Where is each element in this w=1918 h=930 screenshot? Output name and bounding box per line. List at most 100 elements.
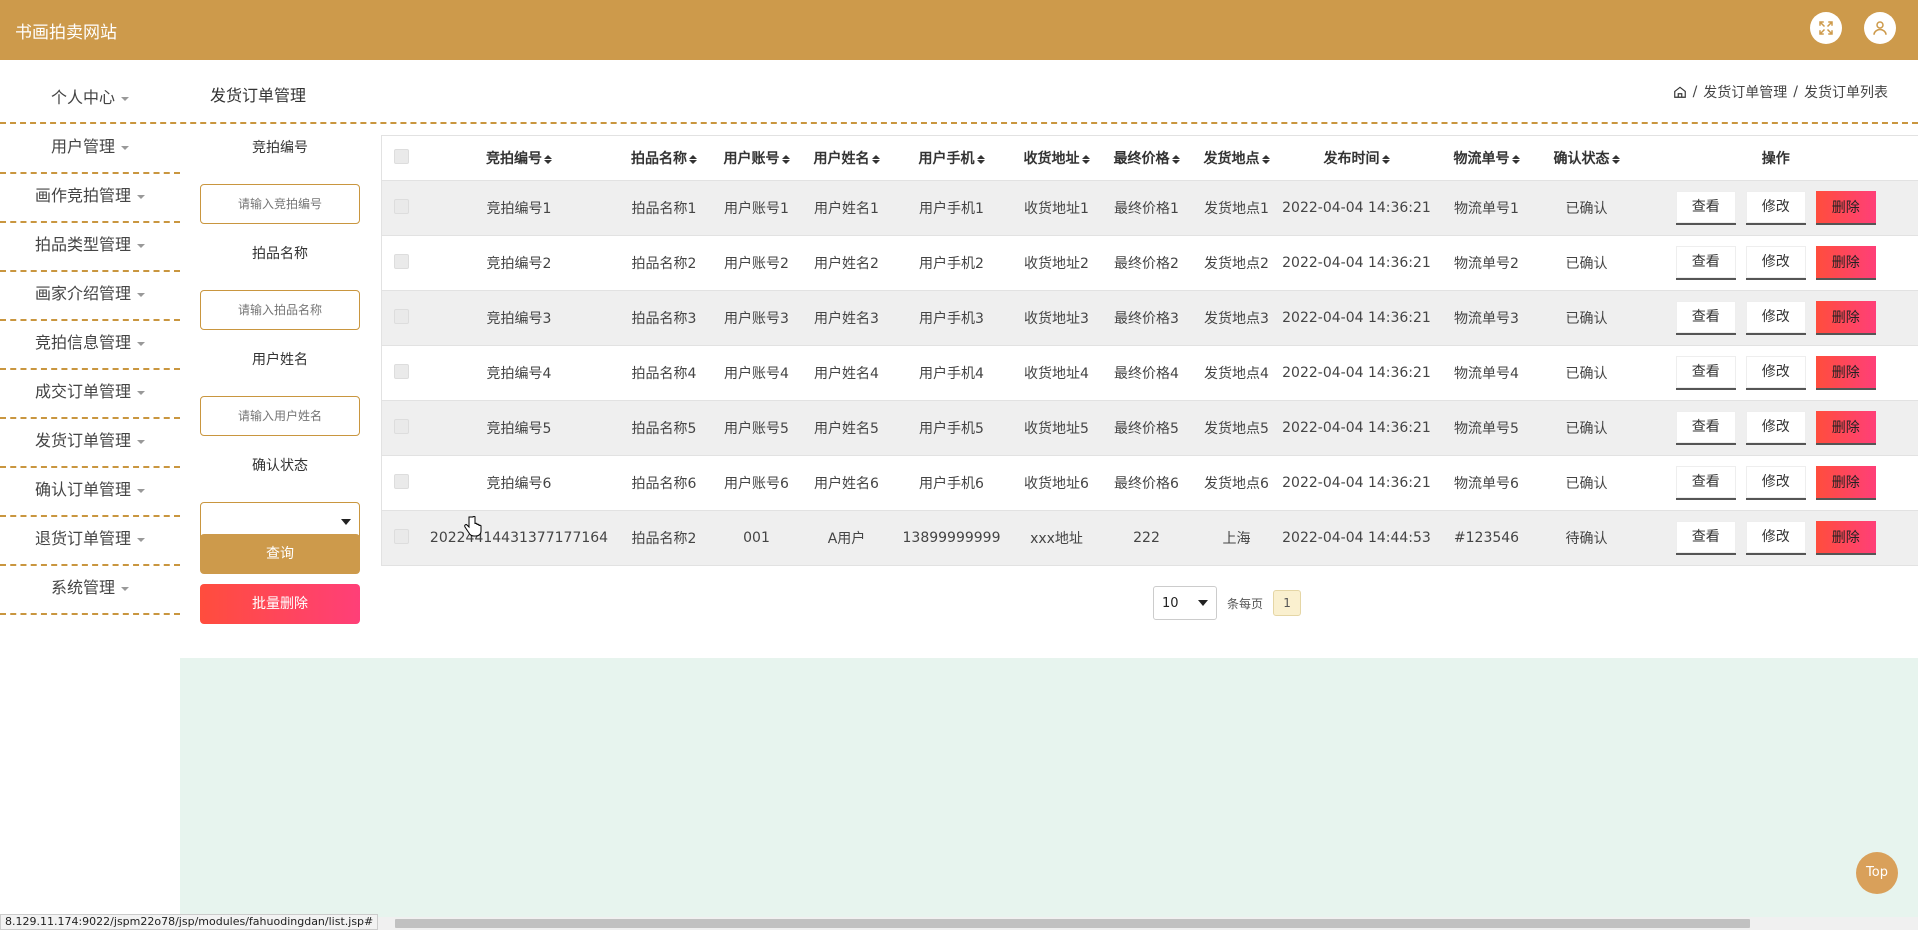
sidebar-item-confirm-orders[interactable]: 确认订单管理 <box>0 468 180 517</box>
edit-button[interactable]: 修改 <box>1745 521 1806 555</box>
col-header[interactable]: 确认状态 <box>1542 136 1632 181</box>
select-all-checkbox[interactable] <box>382 136 422 181</box>
table-cell: 用户手机6 <box>919 476 984 492</box>
table-cell: 用户手机1 <box>919 201 984 217</box>
sort-icon <box>781 154 790 164</box>
row-checkbox[interactable] <box>382 511 422 566</box>
delete-button[interactable]: 删除 <box>1815 521 1876 555</box>
edit-button[interactable]: 修改 <box>1745 301 1806 335</box>
breadcrumb-item-list: 发货订单列表 <box>1804 85 1888 101</box>
page-number-current[interactable]: 1 <box>1273 590 1302 616</box>
col-header[interactable]: 发布时间 <box>1282 136 1432 181</box>
table-cell: 物流单号2 <box>1454 256 1519 272</box>
sidebar-item-users[interactable]: 用户管理 <box>0 125 180 174</box>
delete-button[interactable]: 删除 <box>1815 301 1876 335</box>
sidebar-item-system[interactable]: 系统管理 <box>0 566 180 615</box>
table-cell: 竞拍编号3 <box>486 311 552 327</box>
table-cell: 最终价格1 <box>1114 201 1179 217</box>
user-avatar-icon[interactable] <box>1864 12 1896 44</box>
sidebar-item-shipping-orders[interactable]: 发货订单管理 <box>0 419 180 468</box>
col-header[interactable]: 用户手机 <box>892 136 1012 181</box>
per-page-label: 条每页 <box>1227 596 1264 611</box>
edit-button[interactable]: 修改 <box>1745 411 1806 445</box>
table-cell: 2022-04-04 14:36:21 <box>1282 365 1431 381</box>
col-header[interactable]: 用户账号 <box>712 136 802 181</box>
breadcrumb-item-shipping-orders[interactable]: 发货订单管理 <box>1703 82 1787 102</box>
view-button[interactable]: 查看 <box>1675 411 1736 445</box>
table-cell: 已确认 <box>1565 201 1608 217</box>
search-label-item-name: 拍品名称 <box>252 246 308 262</box>
sidebar-item-painting-auction[interactable]: 画作竞拍管理 <box>0 174 180 223</box>
delete-button[interactable]: 删除 <box>1815 356 1876 390</box>
delete-button[interactable]: 删除 <box>1815 246 1876 280</box>
col-header[interactable]: 发货地点 <box>1192 136 1282 181</box>
table-cell: 用户账号1 <box>724 201 789 217</box>
sidebar-item-item-types[interactable]: 拍品类型管理 <box>0 223 180 272</box>
back-to-top-button[interactable]: Top <box>1856 852 1898 894</box>
edit-button[interactable]: 修改 <box>1745 466 1806 500</box>
col-header[interactable]: 物流单号 <box>1432 136 1542 181</box>
query-button[interactable]: 查询 <box>200 534 360 574</box>
scrollbar-thumb[interactable] <box>395 919 1750 928</box>
table-cell: 拍品名称1 <box>631 201 697 217</box>
edit-button[interactable]: 修改 <box>1745 191 1806 225</box>
caret-down-icon <box>137 292 145 297</box>
page-size-select[interactable]: 10 <box>1153 586 1217 620</box>
table-cell: 拍品名称2 <box>631 256 697 272</box>
row-checkbox[interactable] <box>382 236 422 291</box>
table-header-row: 竞拍编号 拍品名称 用户账号 用户姓名 用户手机 收货地址 最终价格 发货地点 … <box>381 135 1918 181</box>
view-button[interactable]: 查看 <box>1675 466 1736 500</box>
col-header[interactable]: 拍品名称 <box>617 136 712 181</box>
view-button[interactable]: 查看 <box>1675 301 1736 335</box>
row-actions: 查看 修改 删除 <box>1632 401 1918 456</box>
chevron-down-icon <box>341 519 351 525</box>
row-checkbox[interactable] <box>382 401 422 456</box>
col-header[interactable]: 收货地址 <box>1012 136 1102 181</box>
caret-down-icon <box>137 439 145 444</box>
item-name-input[interactable] <box>200 290 360 330</box>
row-actions: 查看 修改 删除 <box>1632 181 1918 236</box>
row-checkbox[interactable] <box>382 456 422 511</box>
sidebar-item-deal-orders[interactable]: 成交订单管理 <box>0 370 180 419</box>
delete-button[interactable]: 删除 <box>1815 191 1876 225</box>
user-name-input[interactable] <box>200 396 360 436</box>
home-icon[interactable] <box>1673 85 1687 99</box>
view-button[interactable]: 查看 <box>1675 356 1736 390</box>
sidebar-item-bid-info[interactable]: 竞拍信息管理 <box>0 321 180 370</box>
view-button[interactable]: 查看 <box>1675 521 1736 555</box>
table-cell: 竞拍编号6 <box>486 476 552 492</box>
table-cell: 发货地点2 <box>1204 256 1269 272</box>
col-header[interactable]: 最终价格 <box>1102 136 1192 181</box>
fullscreen-icon[interactable] <box>1810 12 1842 44</box>
sidebar-item-painters[interactable]: 画家介绍管理 <box>0 272 180 321</box>
table-cell: 收货地址5 <box>1024 421 1089 437</box>
sidebar-item-personal-center[interactable]: 个人中心 <box>0 76 180 125</box>
view-button[interactable]: 查看 <box>1675 246 1736 280</box>
row-checkbox[interactable] <box>382 291 422 346</box>
table-cell: 用户账号3 <box>724 311 789 327</box>
table-cell: 竞拍编号2 <box>486 256 552 272</box>
col-header[interactable]: 用户姓名 <box>802 136 892 181</box>
row-checkbox[interactable] <box>382 181 422 236</box>
sidebar-item-return-orders[interactable]: 退货订单管理 <box>0 517 180 566</box>
delete-button[interactable]: 删除 <box>1815 411 1876 445</box>
batch-delete-button[interactable]: 批量删除 <box>200 584 360 624</box>
table-cell: 用户账号5 <box>724 421 789 437</box>
caret-down-icon <box>121 96 129 101</box>
table-cell: #123546 <box>1453 530 1520 546</box>
sort-icon <box>1261 154 1270 164</box>
view-button[interactable]: 查看 <box>1675 191 1736 225</box>
col-header[interactable]: 竞拍编号 <box>422 136 617 181</box>
table-cell: 用户姓名1 <box>814 201 879 217</box>
row-checkbox[interactable] <box>382 346 422 401</box>
row-actions: 查看 修改 删除 <box>1632 236 1918 291</box>
table-cell: 物流单号5 <box>1454 421 1519 437</box>
table-cell: 用户姓名4 <box>814 366 879 382</box>
edit-button[interactable]: 修改 <box>1745 356 1806 390</box>
delete-button[interactable]: 删除 <box>1815 466 1876 500</box>
table-cell: 已确认 <box>1565 366 1608 382</box>
table-cell: 222 <box>1133 530 1160 546</box>
page-title: 发货订单管理 <box>210 86 307 105</box>
bid-number-input[interactable] <box>200 184 360 224</box>
edit-button[interactable]: 修改 <box>1745 246 1806 280</box>
